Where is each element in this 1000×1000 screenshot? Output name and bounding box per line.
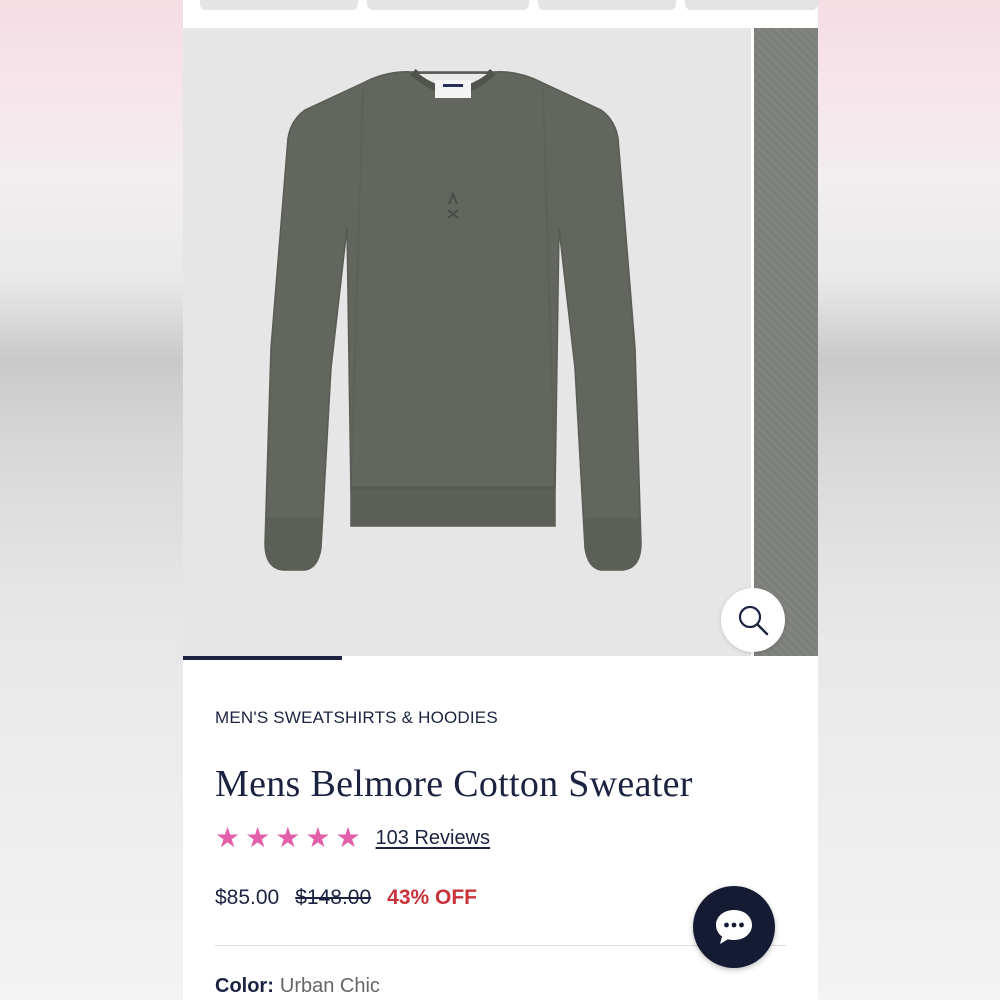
- original-price: $148.00: [295, 886, 372, 909]
- product-page: MEN'S SWEATSHIRTS & HOODIES Mens Belmore…: [183, 0, 818, 1000]
- thumbnail-3[interactable]: [538, 0, 676, 10]
- zoom-button[interactable]: [721, 588, 785, 652]
- thumbnail-4[interactable]: [685, 0, 818, 10]
- product-title: Mens Belmore Cotton Sweater: [215, 763, 693, 805]
- chat-bubble-icon: [716, 910, 752, 944]
- thumbnail-1[interactable]: [200, 0, 358, 10]
- star-icon: ★: [245, 822, 271, 853]
- star-rating: ★ ★ ★ ★ ★: [215, 824, 361, 852]
- color-value: Urban Chic: [279, 975, 380, 997]
- star-icon: ★: [215, 822, 241, 853]
- sale-price: $85.00: [215, 886, 280, 909]
- color-label: Color:: [215, 975, 274, 997]
- next-slide-image[interactable]: [754, 28, 818, 658]
- product-image[interactable]: [183, 28, 751, 658]
- category-label[interactable]: MEN'S SWEATSHIRTS & HOODIES: [215, 708, 498, 728]
- star-icon: ★: [305, 822, 331, 853]
- star-icon: ★: [275, 822, 301, 853]
- discount-badge: 43% OFF: [387, 886, 478, 909]
- reviews-link[interactable]: 103 Reviews: [376, 827, 491, 850]
- thumbnail-2[interactable]: [367, 0, 529, 10]
- color-selector: Color: Urban Chic: [215, 975, 380, 998]
- gallery-progress: [183, 656, 818, 660]
- chat-button[interactable]: [693, 886, 775, 968]
- price-row: $85.00 $148.00 43% OFF: [215, 886, 477, 910]
- search-icon: [738, 605, 769, 636]
- rating: ★ ★ ★ ★ ★ 103 Reviews: [215, 824, 490, 852]
- sweater-image: [264, 68, 642, 571]
- star-icon: ★: [335, 822, 361, 853]
- thumbnail-strip: [183, 0, 818, 28]
- image-gallery[interactable]: [183, 28, 818, 660]
- gallery-progress-fill: [183, 656, 342, 660]
